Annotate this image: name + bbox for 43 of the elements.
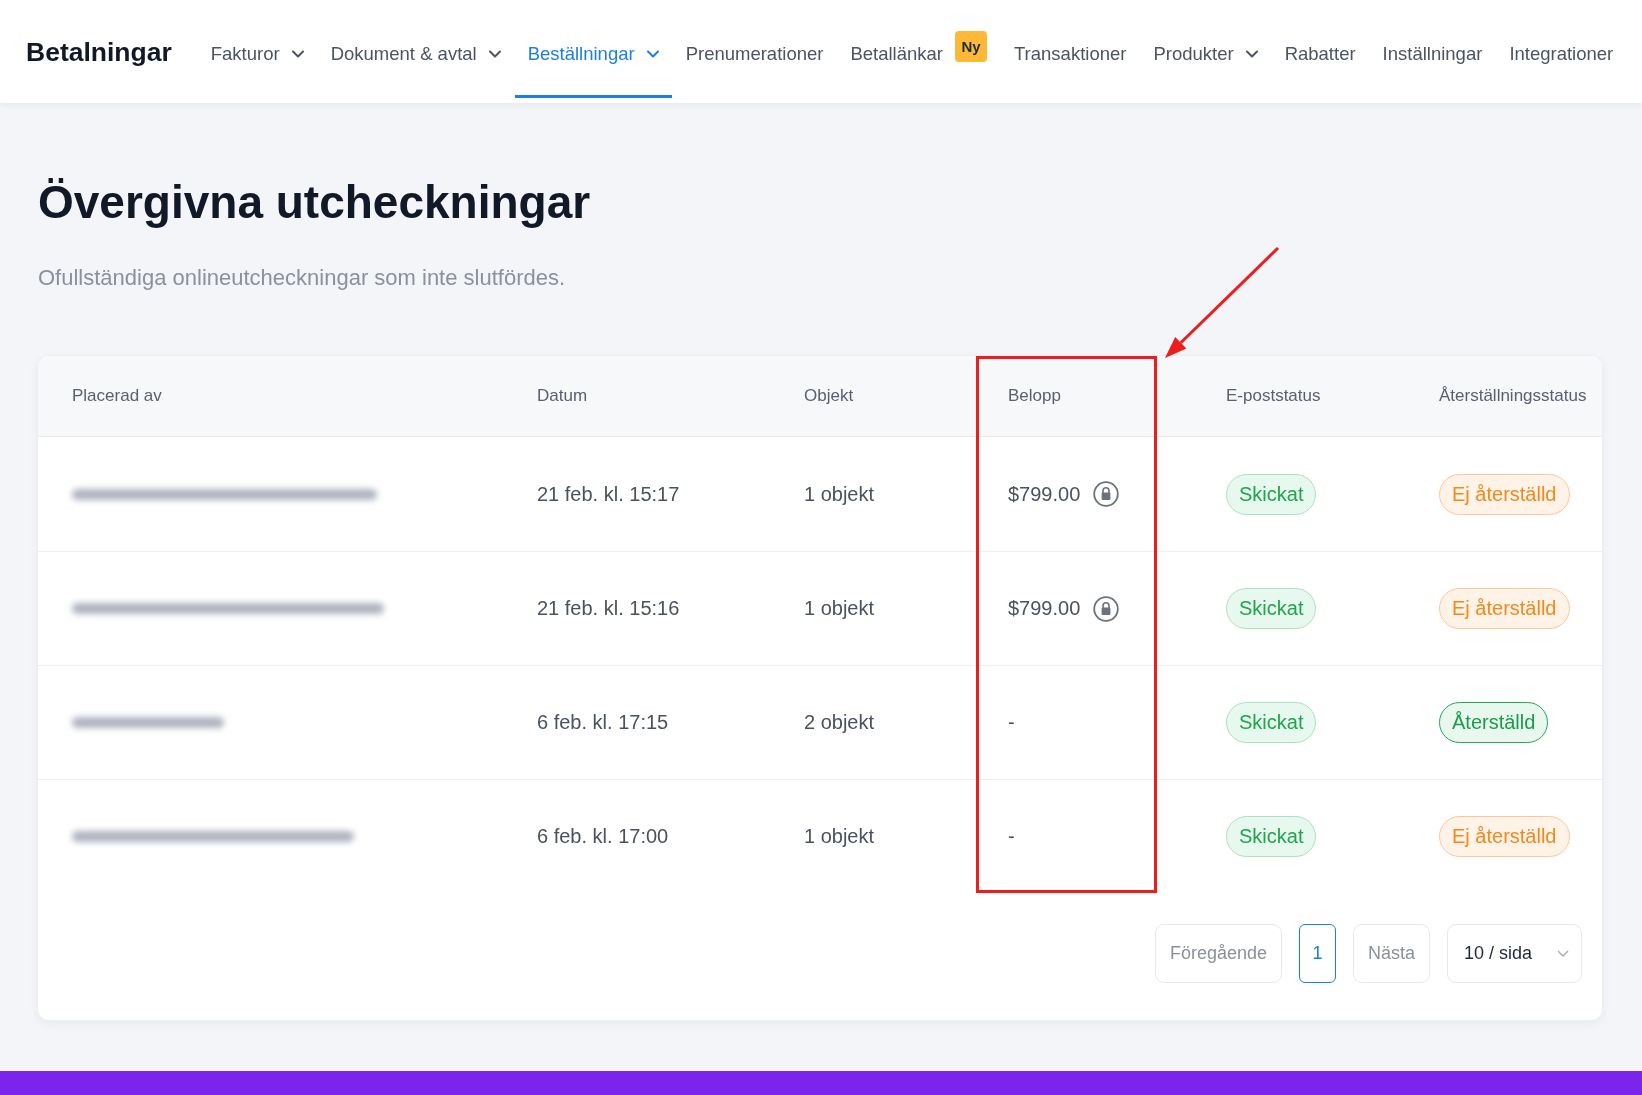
item-count-text: 2 objekt [804,711,875,734]
new-badge: Ny [955,31,987,62]
amount-text: $799.00 [1008,482,1081,506]
page-size-select[interactable]: 10 / sida [1447,924,1582,983]
nav-tab[interactable]: Inställningar [1369,0,1496,98]
date-text: 6 feb. kl. 17:00 [537,825,669,848]
item-count-text: 1 objekt [804,597,875,620]
nav-tab[interactable]: Transaktioner [1001,0,1140,98]
nav-tab[interactable]: Fakturor [197,0,317,98]
status-badge: Ej återställd [1439,816,1570,857]
status-badge: Ej återställd [1439,588,1570,629]
amount-text: - [1008,825,1015,848]
nav-tab[interactable]: Prenumerationer [672,0,837,98]
nav-tab[interactable]: Beställningar [514,0,672,98]
date-text: 21 feb. kl. 15:17 [537,482,680,506]
status-badge: Återställd [1439,702,1549,743]
date-text: 6 feb. kl. 17:15 [537,711,669,734]
page-subtitle: Ofullständiga onlineutcheckningar som inte slutfördes. [38,264,567,292]
app-title: Betalningar [26,37,172,68]
column-header: Objekt [804,386,854,406]
status-badge: Skickat [1226,588,1317,629]
amount-text: - [1008,711,1015,734]
amount-text: $799.00 [1008,597,1081,620]
page-title: Övergivna utcheckningar [38,175,592,229]
status-badge: Ej återställd [1439,473,1570,515]
nav-tab[interactable]: Dokument & avtal [317,0,514,98]
item-count-text: 1 objekt [804,825,875,848]
nav-tab[interactable]: Integrationer [1496,0,1627,98]
date-text: 21 feb. kl. 15:16 [537,597,680,620]
column-header: Återställningsstatus [1439,386,1587,406]
status-badge: Skickat [1226,702,1317,743]
column-header: Placerad av [72,386,162,406]
column-header: Datum [537,386,588,406]
column-header: Belopp [1008,386,1061,406]
column-header: E-poststatus [1226,386,1321,406]
chevron-down-icon [1557,950,1569,957]
status-badge: Skickat [1226,816,1317,857]
nav-tab[interactable]: Produkter [1140,0,1271,98]
item-count-text: 1 objekt [804,482,875,506]
nav-tab[interactable]: Rabatter [1271,0,1369,98]
status-badge: Skickat [1226,473,1317,515]
page-number-button[interactable]: 1 [1298,924,1336,983]
nav-tab[interactable]: Betallänkar Ny [837,0,1000,98]
